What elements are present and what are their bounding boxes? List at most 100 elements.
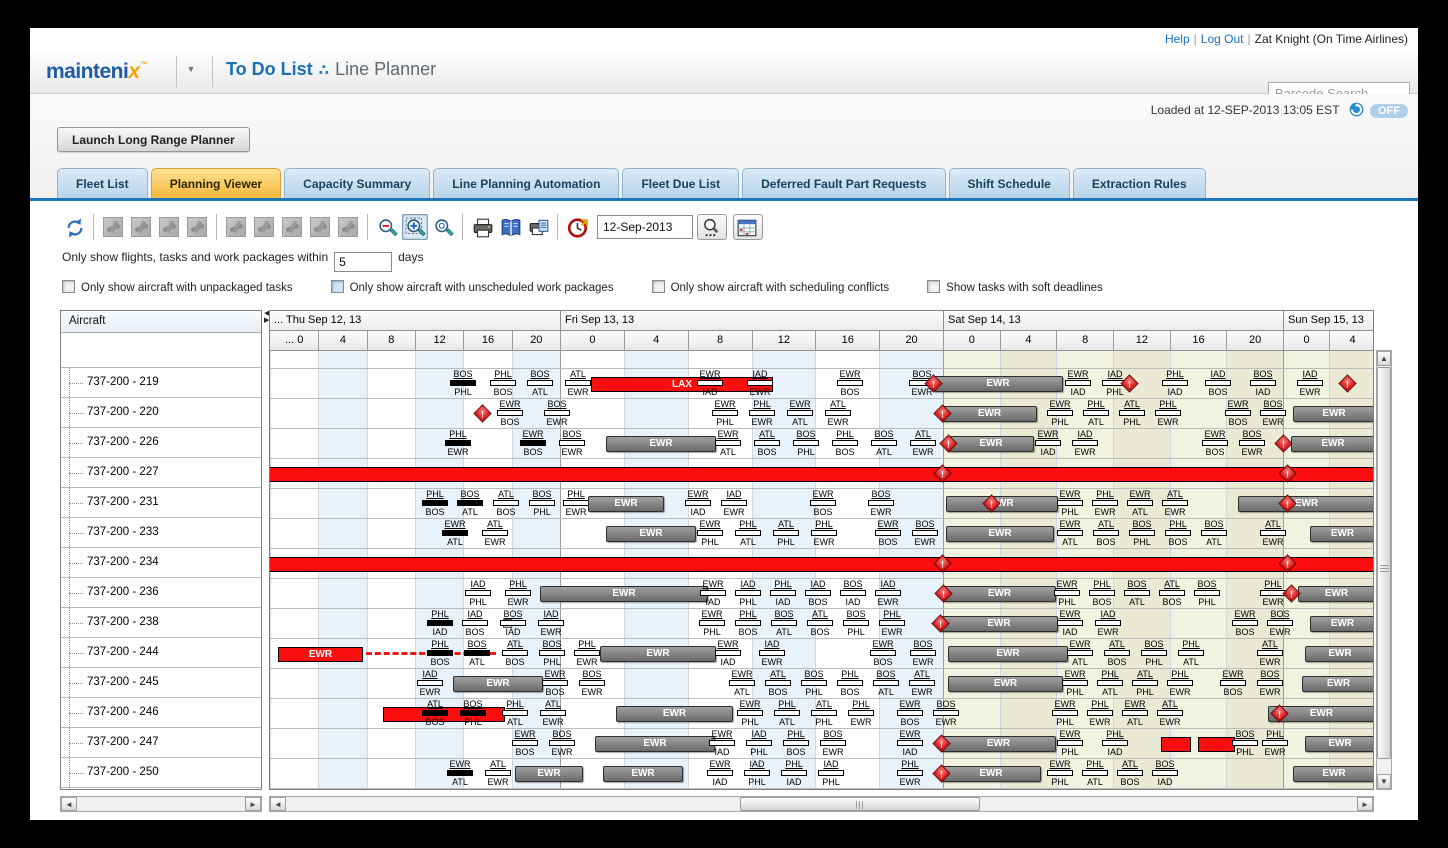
flight-segment[interactable]: BOSIAD bbox=[836, 579, 870, 609]
flight-bar[interactable] bbox=[811, 710, 837, 716]
flight-segment[interactable]: ATLEWR bbox=[1256, 519, 1290, 549]
flight-segment[interactable]: ATLEWR bbox=[1253, 639, 1287, 669]
flight-segment[interactable]: EWRBOS bbox=[538, 669, 572, 699]
flight-bar[interactable] bbox=[512, 740, 538, 746]
flight-segment[interactable]: PHLBOS bbox=[486, 369, 520, 399]
aircraft-row[interactable]: 737-200 - 233 bbox=[61, 518, 261, 548]
flight-segment[interactable]: ATLBOS bbox=[1089, 519, 1123, 549]
flight-bar[interactable] bbox=[1117, 770, 1143, 776]
flight-segment[interactable]: BOSEWR bbox=[1256, 399, 1290, 429]
flight-segment[interactable]: EWRBOS bbox=[866, 639, 900, 669]
aircraft-row[interactable]: 737-200 - 236 bbox=[61, 578, 261, 608]
flight-bar[interactable] bbox=[450, 380, 476, 386]
flight-segment[interactable]: ATLPHL bbox=[807, 699, 841, 729]
help-link[interactable]: Help bbox=[1165, 32, 1190, 46]
within-days-input[interactable] bbox=[334, 252, 392, 272]
flight-segment[interactable]: PHLEWR bbox=[1083, 699, 1117, 729]
flight-bar[interactable] bbox=[1132, 680, 1158, 686]
tab-line-planning-automation[interactable]: Line Planning Automation bbox=[433, 168, 619, 198]
flight-segment[interactable]: PHLEWR bbox=[1258, 729, 1292, 759]
flight-segment[interactable]: PHLBOS bbox=[779, 729, 813, 759]
flight-segment[interactable]: PHLEWR bbox=[1088, 489, 1122, 519]
aircraft-hscrollbar[interactable]: ◄ ► bbox=[60, 796, 262, 812]
flight-bar[interactable] bbox=[774, 710, 800, 716]
flight-segment[interactable]: EWRATL bbox=[443, 759, 477, 789]
flight-segment[interactable]: ATLPHL bbox=[1115, 399, 1149, 429]
flight-segment[interactable]: BOSEWR bbox=[906, 639, 940, 669]
flight-bar[interactable] bbox=[1054, 590, 1080, 596]
flight-bar[interactable] bbox=[1057, 530, 1083, 536]
flight-segment[interactable]: ATLBOS bbox=[1113, 759, 1147, 789]
flight-bar[interactable] bbox=[1047, 770, 1073, 776]
flight-segment[interactable]: BOSEWR bbox=[816, 729, 850, 759]
flight-segment[interactable]: BOSPHL bbox=[1137, 639, 1171, 669]
flight-bar[interactable] bbox=[744, 770, 770, 776]
flight-bar[interactable] bbox=[1260, 410, 1286, 416]
flight-bar[interactable] bbox=[542, 680, 568, 686]
flight-segment[interactable]: BOSIAD bbox=[496, 609, 530, 639]
flight-bar[interactable] bbox=[818, 770, 844, 776]
flight-bar[interactable] bbox=[868, 500, 894, 506]
flight-bar[interactable] bbox=[1052, 710, 1078, 716]
flight-bar[interactable] bbox=[1165, 530, 1191, 536]
flight-bar[interactable] bbox=[529, 500, 555, 506]
flight-bar[interactable] bbox=[783, 740, 809, 746]
flight-segment[interactable]: EWRPHL bbox=[1058, 669, 1092, 699]
flight-bar[interactable] bbox=[1083, 410, 1109, 416]
scroll-right-button[interactable]: ► bbox=[1357, 797, 1373, 811]
flight-segment[interactable]: BOSATL bbox=[869, 669, 903, 699]
flight-bar[interactable] bbox=[1220, 680, 1246, 686]
flight-segment[interactable]: BOSATL bbox=[1197, 519, 1231, 549]
tab-shift-schedule[interactable]: Shift Schedule bbox=[949, 168, 1070, 198]
flight-segment[interactable]: ATLEWR bbox=[1153, 699, 1187, 729]
flight-segment[interactable]: ATLEWR bbox=[536, 699, 570, 729]
conflict-span-bar[interactable] bbox=[270, 557, 1374, 572]
flight-bar[interactable] bbox=[771, 620, 797, 626]
scroll-left-button[interactable]: ◄ bbox=[61, 797, 77, 811]
flight-bar[interactable] bbox=[735, 620, 761, 626]
print-button[interactable] bbox=[469, 214, 495, 240]
conflict-span-bar[interactable] bbox=[270, 467, 1374, 482]
flight-segment[interactable]: EWRBOS bbox=[516, 429, 550, 459]
flight-segment[interactable]: ATLBOS bbox=[498, 639, 532, 669]
nav-menu-caret[interactable]: ▼ bbox=[178, 64, 204, 82]
flight-segment[interactable]: BOSEWR bbox=[929, 699, 963, 729]
flight-segment[interactable]: BOSEWR bbox=[1263, 609, 1297, 639]
flight-segment[interactable]: BOSPHL bbox=[797, 669, 831, 699]
flight-bar[interactable] bbox=[422, 500, 448, 506]
flight-segment[interactable]: BOSPHL bbox=[1228, 729, 1262, 759]
flight-segment[interactable]: EWRIAD bbox=[705, 729, 739, 759]
aircraft-row[interactable]: 737-200 - 250 bbox=[61, 758, 261, 788]
flight-segment[interactable]: EWRIAD bbox=[711, 639, 745, 669]
flight-segment[interactable]: EWRATL bbox=[783, 399, 817, 429]
work-package-bar[interactable]: EWR bbox=[943, 586, 1056, 602]
flight-segment[interactable]: BOSEWR bbox=[1253, 669, 1287, 699]
flight-bar[interactable] bbox=[805, 590, 831, 596]
flight-segment[interactable]: PHLATL bbox=[1078, 759, 1112, 789]
flight-bar[interactable] bbox=[559, 440, 585, 446]
flight-bar[interactable] bbox=[1157, 710, 1183, 716]
flight-bar[interactable] bbox=[875, 530, 901, 536]
vscroll-thumb[interactable] bbox=[1377, 367, 1391, 759]
flight-segment[interactable]: PHLBOS bbox=[833, 669, 867, 699]
work-package-bar[interactable]: EWR bbox=[1293, 406, 1374, 422]
flight-bar[interactable] bbox=[910, 650, 936, 656]
zoom-in-button[interactable] bbox=[430, 214, 456, 240]
flight-bar[interactable] bbox=[715, 650, 741, 656]
flight-bar[interactable] bbox=[1092, 500, 1118, 506]
flight-segment[interactable]: BOSIAD bbox=[1148, 759, 1182, 789]
aircraft-row[interactable]: 737-200 - 244 bbox=[61, 638, 261, 668]
flight-bar[interactable] bbox=[1047, 410, 1073, 416]
flight-bar[interactable] bbox=[735, 590, 761, 596]
flight-bar[interactable] bbox=[427, 620, 453, 626]
flight-segment[interactable]: ATLEWR bbox=[478, 519, 512, 549]
flight-segment[interactable]: PHLBOS bbox=[1085, 579, 1119, 609]
aircraft-row[interactable]: 737-200 - 238 bbox=[61, 608, 261, 638]
flight-segment[interactable]: IADEWR bbox=[534, 609, 568, 639]
flight-segment[interactable]: BOSEWR bbox=[908, 519, 942, 549]
print-preview-button[interactable] bbox=[525, 214, 551, 240]
flight-segment[interactable]: PHLATL bbox=[1093, 669, 1127, 699]
work-package-bar[interactable]: EWR bbox=[595, 736, 715, 752]
chart-hscrollbar[interactable]: ◄ ► bbox=[269, 796, 1374, 812]
work-package-bar[interactable]: EWR bbox=[948, 646, 1068, 662]
